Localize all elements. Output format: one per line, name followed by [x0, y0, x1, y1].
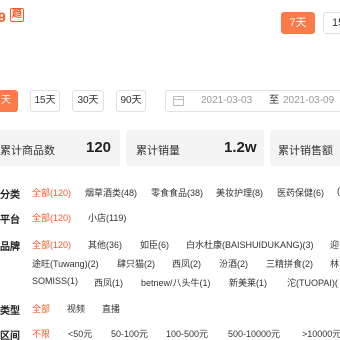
filter-option[interactable]: 白水杜康(BAISHUIDUKANG)(3)	[186, 238, 314, 251]
filter-option[interactable]: 肆只猫(2)	[117, 257, 155, 270]
filter-label: 平台	[0, 215, 20, 226]
stat-card-sales-volume: 累计销量 1.2w	[126, 130, 264, 166]
stat-card-products: 累计商品数 120	[0, 130, 120, 166]
stat-label: 累计销售额	[278, 145, 333, 157]
filter-option[interactable]: 小店(119)	[88, 211, 126, 224]
filter-row-price: 区间 不限 <50元 50-100元 100-500元 500-10000元 >…	[0, 327, 340, 340]
tab-15-days[interactable]: 15	[323, 12, 340, 34]
stat-value: 120	[86, 139, 112, 156]
filter-option[interactable]: 直播	[102, 302, 120, 315]
stat-card-sales-amount: 累计销售额	[270, 130, 340, 166]
filter-option[interactable]: 三精拼食(2)	[266, 257, 313, 270]
filter-option[interactable]: 其他(36)	[88, 238, 122, 251]
filter-row-brand: 品牌 全部(120) 其他(36) 如臣(6) 白水杜康(BAISHUIDUKA…	[0, 238, 340, 258]
filter-label: 品牌	[0, 242, 20, 253]
filter-option[interactable]: 100-500元	[166, 327, 208, 340]
filter-label: 区间	[0, 331, 20, 340]
range-button-7-days[interactable]: 天	[0, 90, 18, 112]
filter-option[interactable]: 全部(120)	[32, 186, 71, 199]
filter-option[interactable]: 西凤(1)	[94, 276, 123, 289]
filter-option[interactable]: 全部(120)	[32, 211, 71, 224]
tab-7-days[interactable]: 7天	[281, 12, 315, 34]
filter-option[interactable]: 林	[330, 257, 339, 270]
filter-option[interactable]: 汾酒(2)	[219, 257, 248, 270]
filter-option[interactable]: 沱(TUOPAI)(	[287, 276, 338, 289]
range-button-15-days[interactable]: 15天	[30, 90, 60, 112]
filter-option[interactable]: >10000元	[302, 327, 340, 340]
date-separator: 至	[269, 95, 279, 106]
filter-option[interactable]: 零食食品(38)	[151, 186, 203, 199]
filter-option[interactable]: 迎	[330, 238, 339, 251]
filter-option[interactable]: 烟草酒类(48)	[85, 186, 137, 199]
range-button-30-days[interactable]: 30天	[72, 90, 104, 112]
filter-option[interactable]: 美妆护理(8)	[216, 186, 263, 199]
stat-label: 累计销量	[136, 145, 180, 157]
filter-row-brand-3: SOMISS(1) 西凤(1) betnew/八头牛(1) 新美莱(1) 沱(T…	[0, 276, 340, 296]
filter-label: 类型	[0, 306, 20, 317]
filter-option[interactable]: 西凤(2)	[172, 257, 201, 270]
filter-option[interactable]: SOMISS(1)	[32, 276, 78, 286]
filter-row-brand-2: 途旺(Tuwang)(2) 肆只猫(2) 西凤(2) 汾酒(2) 三精拼食(2)…	[0, 257, 340, 277]
filter-option[interactable]: 新美莱(1)	[229, 276, 267, 289]
filter-option[interactable]: 不限	[32, 327, 50, 340]
filter-row-category: 分类 全部(120) 烟草酒类(48) 零食食品(38) 美妆护理(8) 医药保…	[0, 186, 340, 206]
filter-option[interactable]: betnew/八头牛(1)	[141, 276, 211, 289]
stat-value: 1.2w	[224, 139, 257, 156]
trend-badge-icon: 趋	[10, 8, 24, 22]
filter-option[interactable]: 视频	[67, 302, 85, 315]
filter-row-type: 类型 全部 视频 直播	[0, 302, 340, 322]
filter-option[interactable]: 500-10000元	[228, 327, 280, 340]
date-range-picker[interactable]: 2021-03-03 至 2021-03-09	[165, 90, 340, 112]
top-header: 9 趋 7天 15	[0, 0, 340, 36]
stats-summary: 累计商品数 120 累计销量 1.2w 累计销售额	[0, 130, 340, 166]
brand-text: 9	[0, 9, 6, 25]
filter-option[interactable]: <50元	[68, 327, 92, 340]
end-date[interactable]: 2021-03-09	[283, 91, 334, 111]
range-button-90-days[interactable]: 90天	[116, 90, 146, 112]
filter-option[interactable]: 途旺(Tuwang)(2)	[32, 257, 99, 270]
filter-row-platform: 平台 全部(120) 小店(119)	[0, 211, 340, 231]
filter-option[interactable]: 如臣(6)	[140, 238, 169, 251]
filter-option[interactable]: 全部(120)	[32, 238, 71, 251]
filter-option[interactable]: 全部	[32, 302, 50, 315]
date-range-row: 天 15天 30天 90天 2021-03-03 至 2021-03-09	[0, 90, 340, 114]
stat-label: 累计商品数	[0, 145, 55, 157]
start-date[interactable]: 2021-03-03	[201, 91, 252, 111]
filter-option[interactable]: 医药保健(6)	[277, 186, 324, 199]
calendar-icon	[173, 96, 184, 106]
filter-option[interactable]: 50-100元	[111, 327, 148, 340]
filter-label: 分类	[0, 190, 20, 201]
